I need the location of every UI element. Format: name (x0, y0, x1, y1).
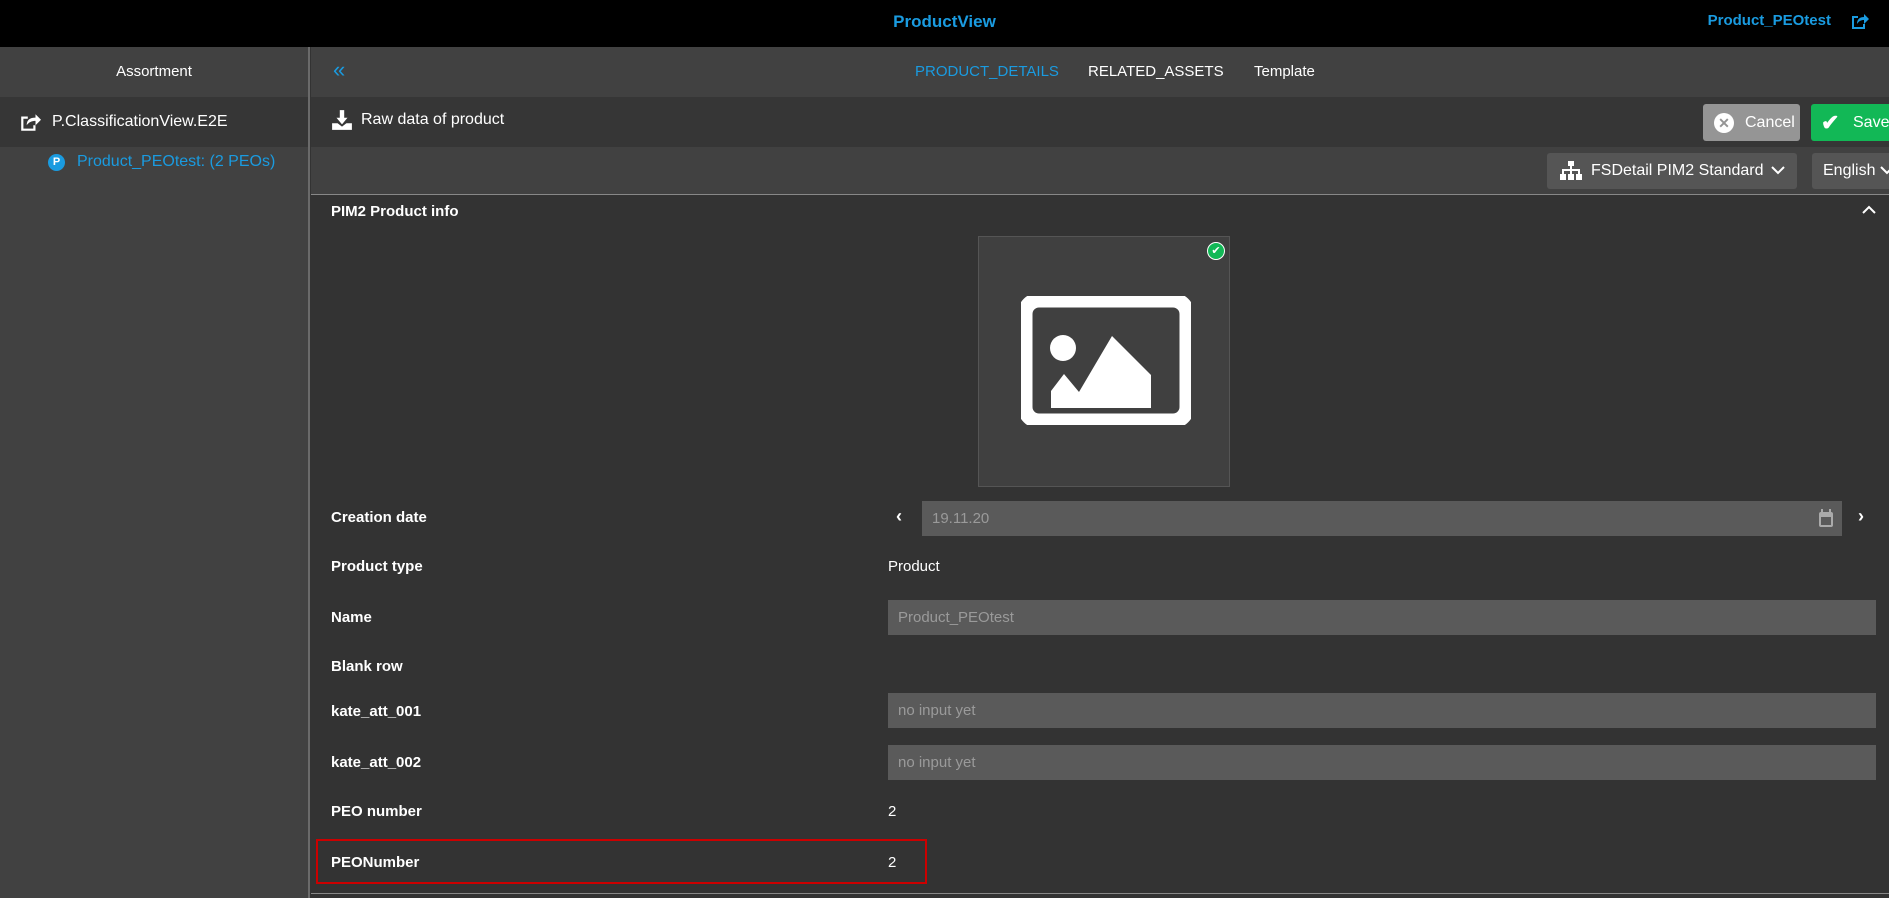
collapse-sidebar-icon[interactable]: « (333, 57, 345, 83)
creation-date-value: 19.11.20 (932, 510, 990, 527)
sidebar-title: Assortment (116, 63, 192, 80)
peo-number-label: PEO number (331, 803, 422, 820)
kate-att-001-input[interactable]: no input yet (888, 693, 1876, 728)
tab-template[interactable]: Template (1254, 63, 1315, 80)
prev-date-icon[interactable]: ‹ (896, 506, 902, 527)
raw-data-button[interactable]: Raw data of product (331, 107, 531, 137)
tree-item-root[interactable]: P.ClassificationView.E2E (0, 97, 308, 147)
product-link[interactable]: Product_PEOtest (1708, 12, 1831, 29)
calendar-icon[interactable] (1818, 509, 1834, 528)
cancel-label: Cancel (1745, 114, 1795, 131)
name-label: Name (331, 609, 372, 626)
sidebar: Assortment P.ClassificationView.E2E P Pr… (0, 47, 310, 898)
kate-att-001-label: kate_att_001 (331, 703, 422, 720)
cancel-button[interactable]: ✕ Cancel (1703, 104, 1800, 141)
toolbar: Raw data of product ✕ Cancel ✔ Save (311, 97, 1889, 147)
download-icon (332, 110, 352, 130)
tab-related-assets[interactable]: RELATED_ASSETS (1088, 63, 1224, 80)
peonumber-label: PEONumber (331, 854, 420, 871)
cancel-icon: ✕ (1714, 113, 1734, 133)
tree-item-label: Product_PEOtest: (2 PEOs) (77, 153, 276, 170)
peonumber-value: 2 (888, 854, 897, 871)
creation-date-label: Creation date (331, 509, 427, 526)
tree-item-product[interactable]: P Product_PEOtest: (2 PEOs) (48, 150, 308, 178)
view-select[interactable]: FSDetail PIM2 Standard (1547, 153, 1797, 189)
view-select-value: FSDetail PIM2 Standard (1591, 162, 1764, 179)
next-date-icon[interactable]: › (1858, 506, 1864, 527)
save-button[interactable]: ✔ Save (1811, 104, 1889, 141)
language-select-value: English (1823, 162, 1876, 179)
tab-bar: « PRODUCT_DETAILS RELATED_ASSETS Templat… (311, 47, 1889, 97)
tab-product-details[interactable]: PRODUCT_DETAILS (915, 63, 1059, 80)
product-badge-icon: P (48, 154, 65, 171)
peo-number-value: 2 (888, 803, 897, 820)
creation-date-input[interactable]: 19.11.20 (922, 501, 1842, 536)
view-options-bar: FSDetail PIM2 Standard English (311, 147, 1889, 195)
raw-data-label: Raw data of product (361, 111, 505, 128)
app-title: ProductView (893, 12, 996, 31)
save-label: Save (1853, 114, 1889, 131)
chevron-down-icon (1771, 166, 1785, 175)
check-icon: ✔ (1821, 110, 1840, 135)
kate-att-002-label: kate_att_002 (331, 754, 422, 771)
approved-check-icon: ✔ (1207, 242, 1225, 260)
name-input[interactable]: Product_PEOtest (888, 600, 1876, 635)
image-placeholder-icon (1021, 296, 1191, 425)
section-title: PIM2 Product info (331, 203, 459, 220)
product-image-card[interactable]: ✔ (978, 236, 1230, 487)
chevron-up-icon[interactable] (1862, 205, 1876, 215)
share-icon (21, 114, 41, 131)
product-type-value: Product (888, 558, 940, 575)
top-bar: ProductView Product_PEOtest (0, 0, 1889, 47)
language-select[interactable]: English (1812, 153, 1889, 189)
product-type-label: Product type (331, 558, 423, 575)
hierarchy-icon (1560, 161, 1582, 180)
chevron-down-icon (1880, 166, 1889, 175)
tree-item-label: P.ClassificationView.E2E (52, 113, 228, 130)
blank-row-label: Blank row (331, 658, 403, 675)
external-link-icon[interactable] (1849, 11, 1869, 31)
section-divider (311, 893, 1889, 894)
kate-att-002-input[interactable]: no input yet (888, 745, 1876, 780)
